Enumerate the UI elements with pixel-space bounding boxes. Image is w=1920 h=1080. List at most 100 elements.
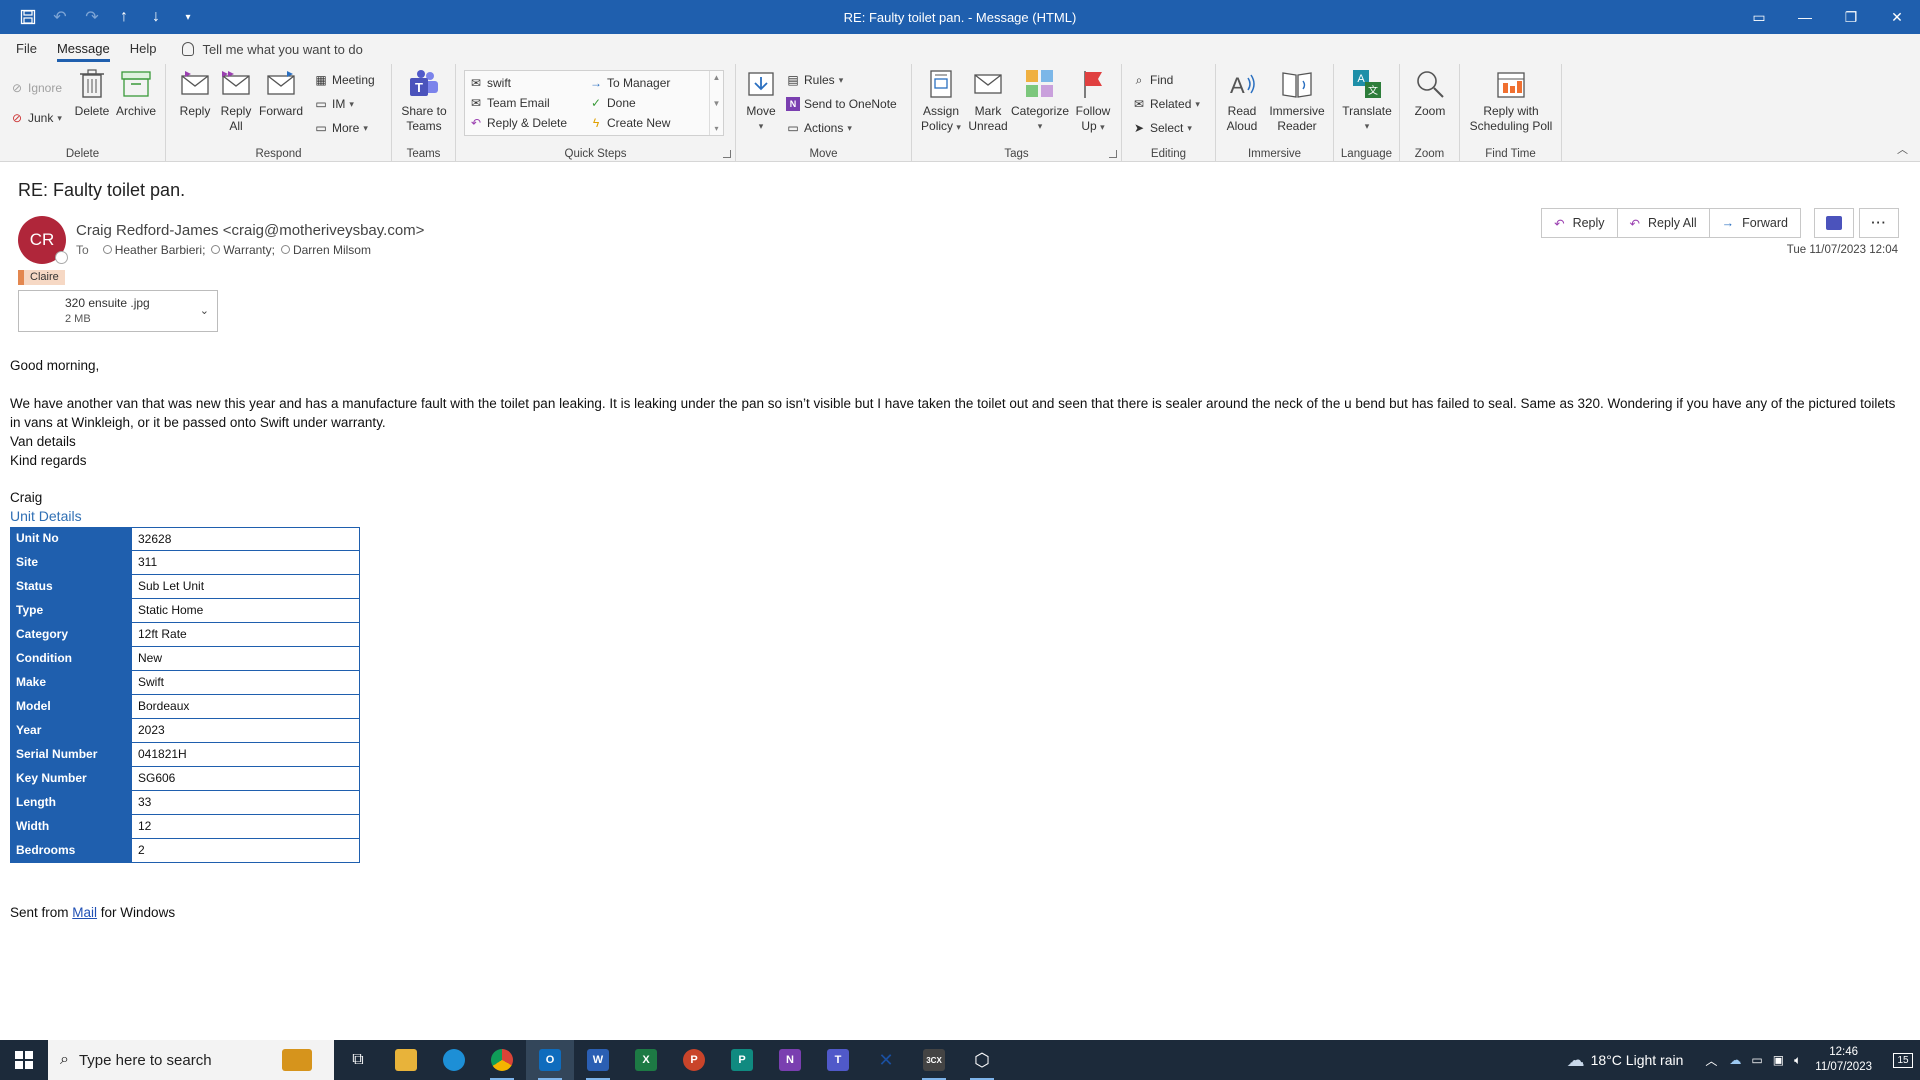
display-icon[interactable]: ▭ <box>1751 1053 1762 1067</box>
share-to-teams-button[interactable]: T Share to Teams <box>398 68 450 134</box>
onedrive-icon[interactable]: ☁ <box>1729 1053 1741 1067</box>
recipient[interactable]: Darren Milsom <box>280 243 371 257</box>
expand-gallery-icon[interactable]: ▾ <box>714 124 718 133</box>
cube-app-icon[interactable]: ⬡ <box>958 1040 1006 1080</box>
forward-button[interactable]: → Forward <box>1708 208 1801 238</box>
chrome-icon[interactable] <box>478 1040 526 1080</box>
system-tray: ☁ 18°C Light rain ︿ ☁ ▭ ▣ 🔈︎ 12:46 11/07… <box>1567 1040 1920 1080</box>
table-row: Model Bordeaux <box>10 695 360 719</box>
svg-text:文: 文 <box>1368 84 1378 97</box>
reply-button[interactable]: Reply <box>176 68 214 119</box>
quick-step-create-new[interactable]: ϟ Create New <box>589 113 671 133</box>
outlook-icon[interactable]: O <box>526 1040 574 1080</box>
close-button[interactable]: ✕ <box>1874 0 1920 34</box>
select-button[interactable]: ➤ Select ▾ <box>1132 118 1192 138</box>
tab-help[interactable]: Help <box>120 34 167 64</box>
collapse-ribbon-icon[interactable]: ︿ <box>1897 141 1908 157</box>
archive-button[interactable]: Archive <box>114 68 158 119</box>
title-bar: ↶ ↷ ↑ ↓ ▾ RE: Faulty toilet pan. - Messa… <box>0 0 1920 34</box>
file-explorer-icon[interactable] <box>382 1040 430 1080</box>
customize-toolbar-icon[interactable]: ▾ <box>174 3 202 31</box>
chevron-down-icon[interactable]: ⌄ <box>200 304 209 317</box>
follow-up-button[interactable]: Follow Up ▾ <box>1072 68 1114 135</box>
quick-step-to-manager[interactable]: → To Manager <box>589 73 670 93</box>
related-button[interactable]: ✉ Related ▾ <box>1132 94 1200 114</box>
tab-message[interactable]: Message <box>47 34 120 64</box>
edge-icon[interactable] <box>430 1040 478 1080</box>
clock[interactable]: 12:46 11/07/2023 <box>1815 1045 1872 1075</box>
recipient[interactable]: Heather Barbieri; <box>102 243 205 257</box>
more-actions-button[interactable]: ··· <box>1859 208 1899 238</box>
table-row: Length 33 <box>10 791 360 815</box>
avatar[interactable]: CR <box>18 216 68 264</box>
ignore-button[interactable]: ⊘ Ignore <box>10 78 62 98</box>
save-icon[interactable] <box>14 3 42 31</box>
onenote-icon[interactable]: N <box>766 1040 814 1080</box>
find-button[interactable]: ⌕ Find <box>1132 70 1174 90</box>
attachment-card[interactable]: 320 ensuite .jpg 2 MB ⌄ <box>18 290 218 332</box>
translate-button[interactable]: A文 Translate ▾ <box>1340 68 1394 134</box>
delete-group: ⊘ Ignore ⊘ Junk ▾ Delete Archive Delete <box>0 64 166 162</box>
reply-all-button[interactable]: Reply All <box>218 68 254 134</box>
mark-unread-button[interactable]: Mark Unread <box>968 68 1008 134</box>
unit-field-value: Bordeaux <box>130 695 360 719</box>
publisher-icon[interactable]: P <box>718 1040 766 1080</box>
quick-step-team-email[interactable]: ✉ Team Email <box>469 93 550 113</box>
meeting-button[interactable]: ▦ Meeting <box>314 70 374 90</box>
reply-button[interactable]: ↶ Reply <box>1541 208 1618 238</box>
powerpoint-icon[interactable]: P <box>670 1040 718 1080</box>
excel-icon[interactable]: X <box>622 1040 670 1080</box>
taskbar-search[interactable]: ⌕ Type here to search <box>48 1040 334 1080</box>
quick-step-reply-delete[interactable]: ↶ Reply & Delete <box>469 113 567 133</box>
unit-field-label: Model <box>10 695 130 719</box>
quick-step-swift[interactable]: ✉ swift <box>469 73 511 93</box>
next-item-icon[interactable]: ↓ <box>142 3 170 31</box>
quick-step-done[interactable]: ✓ Done <box>589 93 636 113</box>
network-icon[interactable]: ▣ <box>1773 1053 1784 1067</box>
rules-button[interactable]: ▤ Rules ▾ <box>786 70 843 90</box>
ribbon-display-icon[interactable]: ▭ <box>1736 0 1782 34</box>
start-button[interactable] <box>0 1040 48 1080</box>
zoom-button[interactable]: Zoom <box>1406 68 1454 119</box>
send-to-onenote-button[interactable]: N Send to OneNote <box>786 94 897 114</box>
reply-with-scheduling-poll-button[interactable]: Reply with Scheduling Poll <box>1464 68 1558 134</box>
quick-steps-scrollbar[interactable]: ▲ ▼ ▾ <box>709 71 723 135</box>
app-icon[interactable]: ✕ <box>862 1040 910 1080</box>
task-view-icon[interactable]: ⧉ <box>334 1040 382 1080</box>
more-respond-button[interactable]: ▭ More ▾ <box>314 118 368 138</box>
recipient[interactable]: Warranty; <box>211 243 275 257</box>
chevron-up-icon[interactable]: ︿ <box>1705 1052 1717 1069</box>
unit-field-label: Bedrooms <box>10 839 130 863</box>
minimize-button[interactable]: — <box>1782 0 1828 34</box>
assign-policy-button[interactable]: Assign Policy ▾ <box>918 68 964 135</box>
teams-icon[interactable]: T <box>814 1040 862 1080</box>
undo-icon[interactable]: ↶ <box>46 3 74 31</box>
notification-center-icon[interactable]: 15 <box>1886 1040 1920 1080</box>
volume-icon[interactable]: 🔈︎ <box>1794 1053 1801 1068</box>
move-button[interactable]: Move ▾ <box>744 68 778 134</box>
body-paragraph: We have another van that was new this ye… <box>10 396 1896 430</box>
teams-button[interactable] <box>1814 208 1854 238</box>
im-button[interactable]: ▭ IM ▾ <box>314 94 354 114</box>
scroll-down-icon[interactable]: ▼ <box>713 99 721 108</box>
weather-widget[interactable]: ☁ 18°C Light rain <box>1567 1050 1684 1071</box>
mail-link[interactable]: Mail <box>72 905 97 920</box>
sender-name[interactable]: Craig Redford-James <craig@motheriveysba… <box>76 222 424 239</box>
restore-button[interactable]: ❐ <box>1828 0 1874 34</box>
previous-item-icon[interactable]: ↑ <box>110 3 138 31</box>
redo-icon[interactable]: ↷ <box>78 3 106 31</box>
scroll-up-icon[interactable]: ▲ <box>713 73 721 82</box>
tab-file[interactable]: File <box>6 34 47 64</box>
forward-button[interactable]: Forward <box>258 68 304 119</box>
tell-me-box[interactable]: Tell me what you want to do <box>182 42 363 57</box>
categorize-button[interactable]: Categorize ▾ <box>1011 68 1069 134</box>
reply-all-button[interactable]: ↶ Reply All <box>1616 208 1710 238</box>
immersive-reader-button[interactable]: Immersive Reader <box>1266 68 1328 134</box>
immersive-reader-icon <box>1281 68 1313 100</box>
read-aloud-button[interactable]: A Read Aloud <box>1222 68 1262 134</box>
3cx-icon[interactable]: 3CX <box>910 1040 958 1080</box>
junk-button[interactable]: ⊘ Junk ▾ <box>10 108 62 128</box>
delete-button[interactable]: Delete <box>74 68 110 119</box>
actions-button[interactable]: ▭ Actions ▾ <box>786 118 852 138</box>
word-icon[interactable]: W <box>574 1040 622 1080</box>
